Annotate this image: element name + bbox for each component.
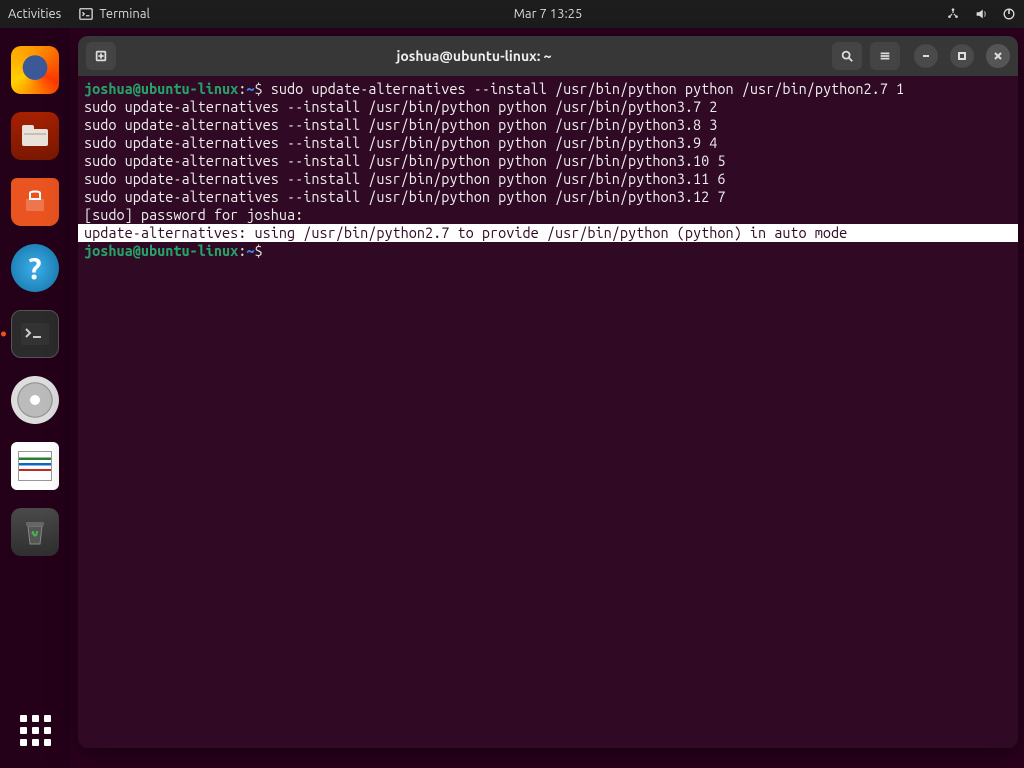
help-icon[interactable]: ? bbox=[11, 244, 59, 292]
top-bar: Activities Terminal Mar 7 13:25 bbox=[0, 0, 1024, 28]
network-icon[interactable] bbox=[946, 7, 960, 21]
active-app-indicator[interactable]: Terminal bbox=[79, 7, 150, 21]
terminal-icon[interactable] bbox=[11, 310, 59, 358]
files-icon[interactable] bbox=[11, 112, 59, 160]
software-icon[interactable] bbox=[11, 178, 59, 226]
menu-button[interactable] bbox=[870, 42, 900, 70]
window-title: joshua@ubuntu-linux: ~ bbox=[124, 48, 824, 64]
text-editor-icon[interactable] bbox=[11, 442, 59, 490]
volume-icon[interactable] bbox=[974, 7, 988, 21]
maximize-button[interactable] bbox=[950, 44, 974, 68]
firefox-icon[interactable] bbox=[11, 46, 59, 94]
active-app-name: Terminal bbox=[99, 7, 150, 21]
search-button[interactable] bbox=[832, 42, 862, 70]
terminal-small-icon bbox=[79, 7, 93, 21]
activities-button[interactable]: Activities bbox=[8, 7, 61, 21]
terminal-body[interactable]: joshua@ubuntu-linux:~$ sudo update-alter… bbox=[78, 76, 1018, 748]
show-apps-button[interactable] bbox=[20, 715, 51, 746]
close-button[interactable] bbox=[986, 44, 1010, 68]
clock[interactable]: Mar 7 13:25 bbox=[150, 7, 946, 21]
dock: ? bbox=[0, 28, 70, 768]
disk-icon[interactable] bbox=[11, 376, 59, 424]
trash-icon[interactable] bbox=[11, 508, 59, 556]
power-icon[interactable] bbox=[1002, 7, 1016, 21]
terminal-window: joshua@ubuntu-linux: ~ joshua@ubuntu-lin… bbox=[78, 36, 1018, 748]
titlebar: joshua@ubuntu-linux: ~ bbox=[78, 36, 1018, 76]
new-tab-button[interactable] bbox=[86, 42, 116, 70]
minimize-button[interactable] bbox=[914, 44, 938, 68]
